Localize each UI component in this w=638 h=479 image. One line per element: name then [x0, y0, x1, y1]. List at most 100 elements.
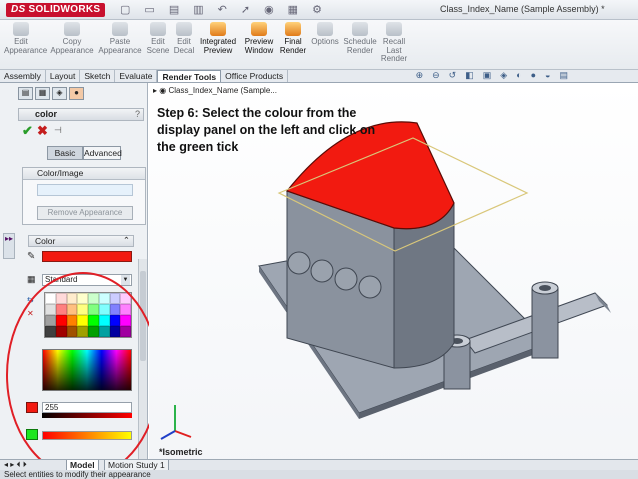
solidworks-logo[interactable]: DS SOLIDWORKS — [6, 3, 106, 17]
configuration-tab-icon[interactable]: ◈ — [52, 87, 67, 100]
color-swatch[interactable] — [77, 293, 88, 304]
preview-window-button[interactable]: Preview Window — [242, 22, 276, 55]
previous-view-icon[interactable]: ↺ — [449, 70, 457, 81]
color-swatch[interactable] — [45, 293, 56, 304]
final-render-button[interactable]: Final Render — [278, 22, 308, 55]
palette-select[interactable]: Standard ▼ — [42, 274, 132, 286]
tab-render-tools[interactable]: Render Tools — [157, 70, 222, 82]
color-swatch[interactable] — [98, 315, 110, 326]
color-swatch[interactable] — [88, 304, 99, 315]
color-spectrum-picker[interactable] — [42, 349, 132, 391]
graphics-area[interactable]: Step 6: Select the colour from the displ… — [149, 83, 638, 468]
current-color-swatch[interactable] — [42, 251, 132, 262]
save-icon[interactable]: ▤ — [169, 3, 179, 16]
color-swatch[interactable] — [109, 293, 121, 304]
color-swatch[interactable] — [66, 304, 78, 315]
print-icon[interactable]: ▥ — [193, 3, 203, 16]
tab-assembly[interactable]: Assembly — [0, 70, 46, 82]
color-swatch[interactable] — [77, 304, 88, 315]
collapse-chevron-icon[interactable]: ⌃ — [123, 235, 130, 246]
edit-appearance-button[interactable]: Edit Appearance — [4, 22, 47, 55]
scrollbar-thumb[interactable] — [140, 271, 146, 361]
tab-evaluate[interactable]: Evaluate — [115, 70, 158, 82]
selection-list[interactable] — [37, 184, 133, 196]
tree-item-assembly[interactable]: Class_Index_Name (Sample... — [168, 86, 277, 95]
color-swatch[interactable] — [109, 326, 121, 337]
edit-scene-button[interactable]: Edit Scene — [146, 22, 170, 55]
color-image-header[interactable]: Color/Image — [23, 168, 145, 180]
color-swatch[interactable] — [77, 315, 88, 326]
color-swatch[interactable] — [45, 315, 56, 326]
red-slider[interactable] — [42, 413, 132, 418]
paste-appearance-button[interactable]: Paste Appearance — [98, 22, 142, 55]
color-swatch[interactable] — [66, 315, 78, 326]
eyedropper-icon[interactable]: ✎ — [27, 251, 35, 262]
zoom-area-icon[interactable]: ⊖ — [432, 70, 440, 81]
green-slider[interactable] — [42, 431, 132, 440]
post[interactable] — [531, 281, 559, 359]
schedule-render-button[interactable]: Schedule Render — [342, 22, 378, 55]
tab-office-products[interactable]: Office Products — [221, 70, 289, 82]
open-icon[interactable]: ▭ — [144, 3, 154, 16]
undo-icon[interactable]: ↶ — [218, 3, 227, 16]
color-swatch[interactable] — [120, 293, 131, 304]
color-swatch[interactable] — [98, 326, 110, 337]
remove-appearance-button[interactable]: Remove Appearance — [37, 206, 133, 220]
hide-show-icon[interactable]: ◐ — [516, 70, 521, 81]
panel-scrollbar[interactable] — [138, 259, 147, 464]
options-button[interactable]: Options — [310, 22, 340, 47]
section-view-icon[interactable]: ◧ — [465, 70, 474, 81]
advanced-mode-button[interactable]: Advanced — [83, 146, 122, 160]
color-swatch[interactable] — [88, 326, 99, 337]
color-swatch[interactable] — [88, 293, 99, 304]
feature-tree-flyout[interactable]: ▸ ◉ Class_Index_Name (Sample... — [153, 86, 277, 95]
remove-swatch-icon[interactable]: ✕ — [27, 309, 34, 318]
color-swatch[interactable] — [98, 304, 110, 315]
color-swatch[interactable] — [55, 304, 67, 315]
color-swatch[interactable] — [109, 315, 121, 326]
cancel-x-icon[interactable]: ✖ — [37, 123, 48, 139]
color-swatch[interactable] — [45, 326, 56, 337]
tab-sketch[interactable]: Sketch — [80, 70, 116, 82]
color-swatch[interactable] — [77, 326, 88, 337]
color-swatch[interactable] — [109, 304, 121, 315]
color-swatch[interactable] — [120, 315, 131, 326]
color-swatch[interactable] — [88, 315, 99, 326]
view-settings-icon[interactable]: ▤ — [559, 70, 568, 81]
color-swatch[interactable] — [98, 293, 110, 304]
apply-scene-icon[interactable]: ◒ — [545, 70, 550, 81]
color-section-header[interactable]: Color ⌃ — [28, 235, 134, 247]
view-orientation-icon[interactable]: ▣ — [483, 70, 492, 81]
color-swatch[interactable] — [120, 326, 131, 337]
recall-last-render-button[interactable]: Recall Last Render — [380, 22, 408, 64]
edit-decal-button[interactable]: Edit Decal — [172, 22, 196, 55]
color-swatch[interactable] — [55, 326, 67, 337]
color-swatch[interactable] — [66, 326, 78, 337]
zoom-to-fit-icon[interactable]: ⊕ — [416, 70, 424, 81]
basic-mode-button[interactable]: Basic — [47, 146, 83, 160]
rebuild-icon[interactable]: ◉ — [264, 3, 274, 16]
color-swatch-grid[interactable] — [44, 292, 132, 338]
color-swatch[interactable] — [45, 304, 56, 315]
panel-expand-arrows-icon[interactable]: ▸▸ — [3, 233, 15, 259]
display-style-icon[interactable]: ◈ — [500, 70, 507, 81]
color-swatch[interactable] — [55, 293, 67, 304]
edit-appearance-view-icon[interactable]: ● — [531, 70, 536, 81]
feature-tree-tab-icon[interactable]: ▤ — [18, 87, 33, 100]
integrated-preview-button[interactable]: Integrated Preview — [198, 22, 238, 55]
property-manager-tab-icon[interactable]: ▦ — [35, 87, 50, 100]
tree-expand-icon[interactable]: ▸ ◉ — [153, 86, 168, 95]
color-swatch[interactable] — [55, 315, 67, 326]
ok-check-icon[interactable]: ✔ — [22, 123, 33, 139]
appearance-tab-icon[interactable]: ● — [69, 87, 84, 100]
pin-icon[interactable]: ⊣ — [54, 125, 62, 136]
options-icon[interactable]: ⚙ — [312, 3, 322, 16]
help-icon[interactable]: ? — [135, 109, 140, 119]
color-swatch[interactable] — [120, 304, 131, 315]
color-swatch[interactable] — [66, 293, 78, 304]
new-document-icon[interactable]: ▢ — [120, 3, 130, 16]
red-value-input[interactable]: 255 — [42, 402, 132, 413]
tab-layout[interactable]: Layout — [46, 70, 81, 82]
tab-scroll-arrows-icon[interactable]: ◂ ▸ ⏴ ⏵ — [4, 460, 27, 470]
add-swatch-icon[interactable]: ⇆ — [27, 295, 34, 304]
